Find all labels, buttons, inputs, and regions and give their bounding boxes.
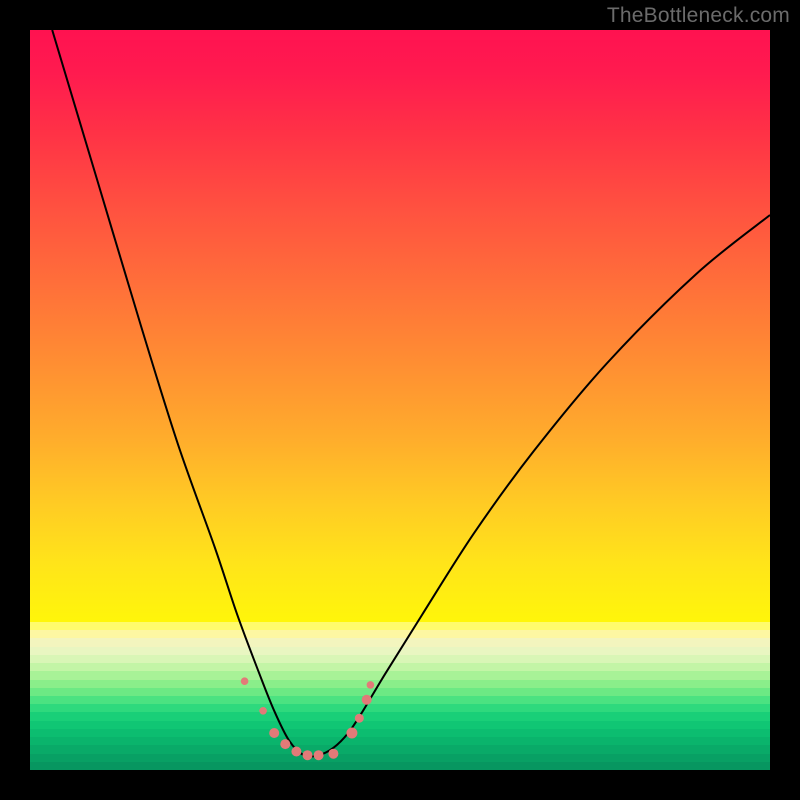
marker-point xyxy=(291,747,301,757)
marker-point xyxy=(280,739,290,749)
marker-point xyxy=(241,677,249,685)
marker-point xyxy=(259,707,267,715)
bottleneck-curve xyxy=(52,30,770,757)
marker-group xyxy=(241,677,374,760)
marker-point xyxy=(269,728,279,738)
plot-area xyxy=(30,30,770,770)
marker-point xyxy=(328,749,338,759)
watermark-text: TheBottleneck.com xyxy=(607,4,790,28)
marker-point xyxy=(303,750,313,760)
marker-point xyxy=(362,695,372,705)
marker-point xyxy=(355,714,364,723)
marker-point xyxy=(314,750,324,760)
chart-overlay-svg xyxy=(30,30,770,770)
marker-point xyxy=(367,681,375,689)
marker-point xyxy=(346,728,357,739)
